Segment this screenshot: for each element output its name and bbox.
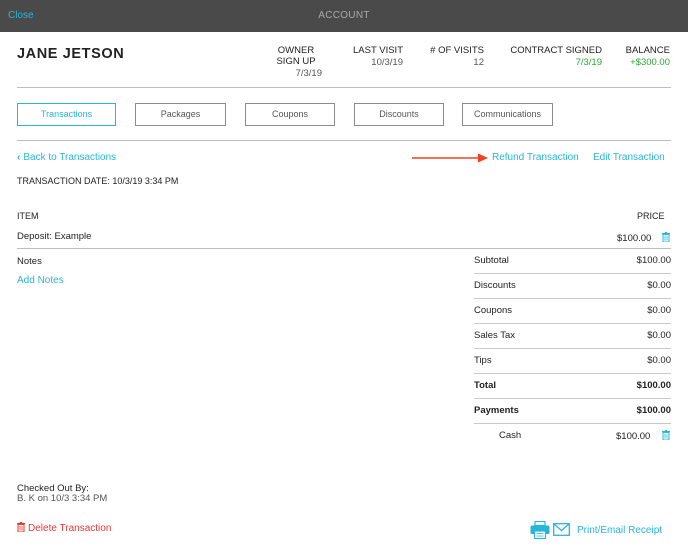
stat-visits-label: # OF VISITS [430, 45, 484, 56]
summary-label: Sales Tax [474, 330, 516, 341]
header-divider [17, 87, 671, 88]
window-title: ACCOUNT [318, 10, 370, 21]
top-bar: Close ACCOUNT [0, 0, 688, 32]
stat-last-visit-value: 10/3/19 [371, 57, 403, 68]
stat-last-visit-label: LAST VISIT [353, 45, 403, 56]
price-column-header: PRICE [637, 211, 665, 221]
tab-discounts[interactable]: Discounts [354, 103, 444, 126]
tab-transactions[interactable]: Transactions [17, 103, 116, 126]
notes-label: Notes [17, 256, 42, 267]
annotation-arrow-icon [412, 153, 488, 163]
checked-out-value: B. K on 10/3 3:34 PM [17, 493, 108, 504]
trash-icon[interactable] [662, 430, 670, 440]
stat-owner-signup: OWNER SIGN UP 7/3/19 [270, 45, 322, 79]
back-link-label: Back to Transactions [23, 152, 117, 163]
trash-icon[interactable] [662, 232, 670, 242]
stat-owner-signup-label-1: OWNER [277, 45, 315, 56]
summary-row-total: Total $100.00 [474, 374, 671, 399]
summary-label: Discounts [474, 280, 516, 291]
customer-name: JANE JETSON [17, 46, 125, 62]
print-email-receipt-link[interactable]: Print/Email Receipt [577, 525, 662, 536]
tabs-divider [17, 140, 671, 141]
summary-value: $0.00 [647, 305, 671, 316]
stat-last-visit: LAST VISIT 10/3/19 [345, 45, 403, 68]
tab-coupons[interactable]: Coupons [245, 103, 335, 126]
summary-row-sales-tax: Sales Tax $0.00 [474, 324, 671, 349]
summary-value: $0.00 [647, 355, 671, 366]
stat-balance-label: BALANCE [625, 45, 670, 56]
stat-contract-value: 7/3/19 [575, 57, 602, 68]
summary-row-subtotal: Subtotal $100.00 [474, 249, 671, 274]
summary-row-tips: Tips $0.00 [474, 349, 671, 374]
summary-label: Subtotal [474, 255, 509, 266]
printer-icon[interactable] [530, 521, 550, 539]
tab-communications[interactable]: Communications [462, 103, 553, 126]
payment-cash-value: $100.00 [616, 431, 651, 442]
summary-label: Tips [474, 355, 492, 366]
item-name: Deposit: Example [17, 231, 92, 242]
stat-visits-value: 12 [473, 57, 484, 68]
payment-cash-label: Cash [499, 430, 522, 441]
summary-label: Total [474, 380, 496, 391]
stat-contract-signed: CONTRACT SIGNED 7/3/19 [500, 45, 602, 68]
summary-label: Coupons [474, 305, 513, 316]
summary-label: Payments [474, 405, 519, 416]
trash-icon[interactable] [17, 522, 25, 532]
summary-value: $0.00 [647, 330, 671, 341]
summary-value: $0.00 [647, 280, 671, 291]
envelope-icon[interactable] [553, 523, 570, 536]
summary-row-payments: Payments $100.00 [474, 399, 671, 424]
chevron-left-icon: ‹ [17, 152, 21, 163]
stat-visits: # OF VISITS 12 [420, 45, 484, 68]
delete-transaction-link[interactable]: Delete Transaction [28, 523, 111, 534]
edit-transaction-link[interactable]: Edit Transaction [593, 152, 665, 163]
summary-divider [474, 423, 671, 424]
refund-transaction-link[interactable]: Refund Transaction [492, 152, 579, 163]
summary-value: $100.00 [636, 255, 671, 266]
back-to-transactions-link[interactable]: ‹ Back to Transactions [17, 152, 116, 163]
summary-row-discounts: Discounts $0.00 [474, 274, 671, 299]
transaction-date: TRANSACTION DATE: 10/3/19 3:34 PM [17, 176, 179, 186]
stat-owner-signup-value: 7/3/19 [295, 68, 322, 79]
item-column-header: ITEM [17, 211, 39, 221]
stat-owner-signup-label-2: SIGN UP [276, 56, 316, 67]
summary-row-coupons: Coupons $0.00 [474, 299, 671, 324]
summary-value: $100.00 [636, 405, 671, 416]
add-notes-link[interactable]: Add Notes [17, 275, 64, 286]
stat-contract-label: CONTRACT SIGNED [510, 45, 602, 56]
summary-value: $100.00 [636, 380, 671, 391]
tab-packages[interactable]: Packages [135, 103, 226, 126]
item-price: $100.00 [617, 233, 652, 244]
stat-balance-value: +$300.00 [630, 57, 670, 68]
stat-balance: BALANCE +$300.00 [614, 45, 670, 68]
